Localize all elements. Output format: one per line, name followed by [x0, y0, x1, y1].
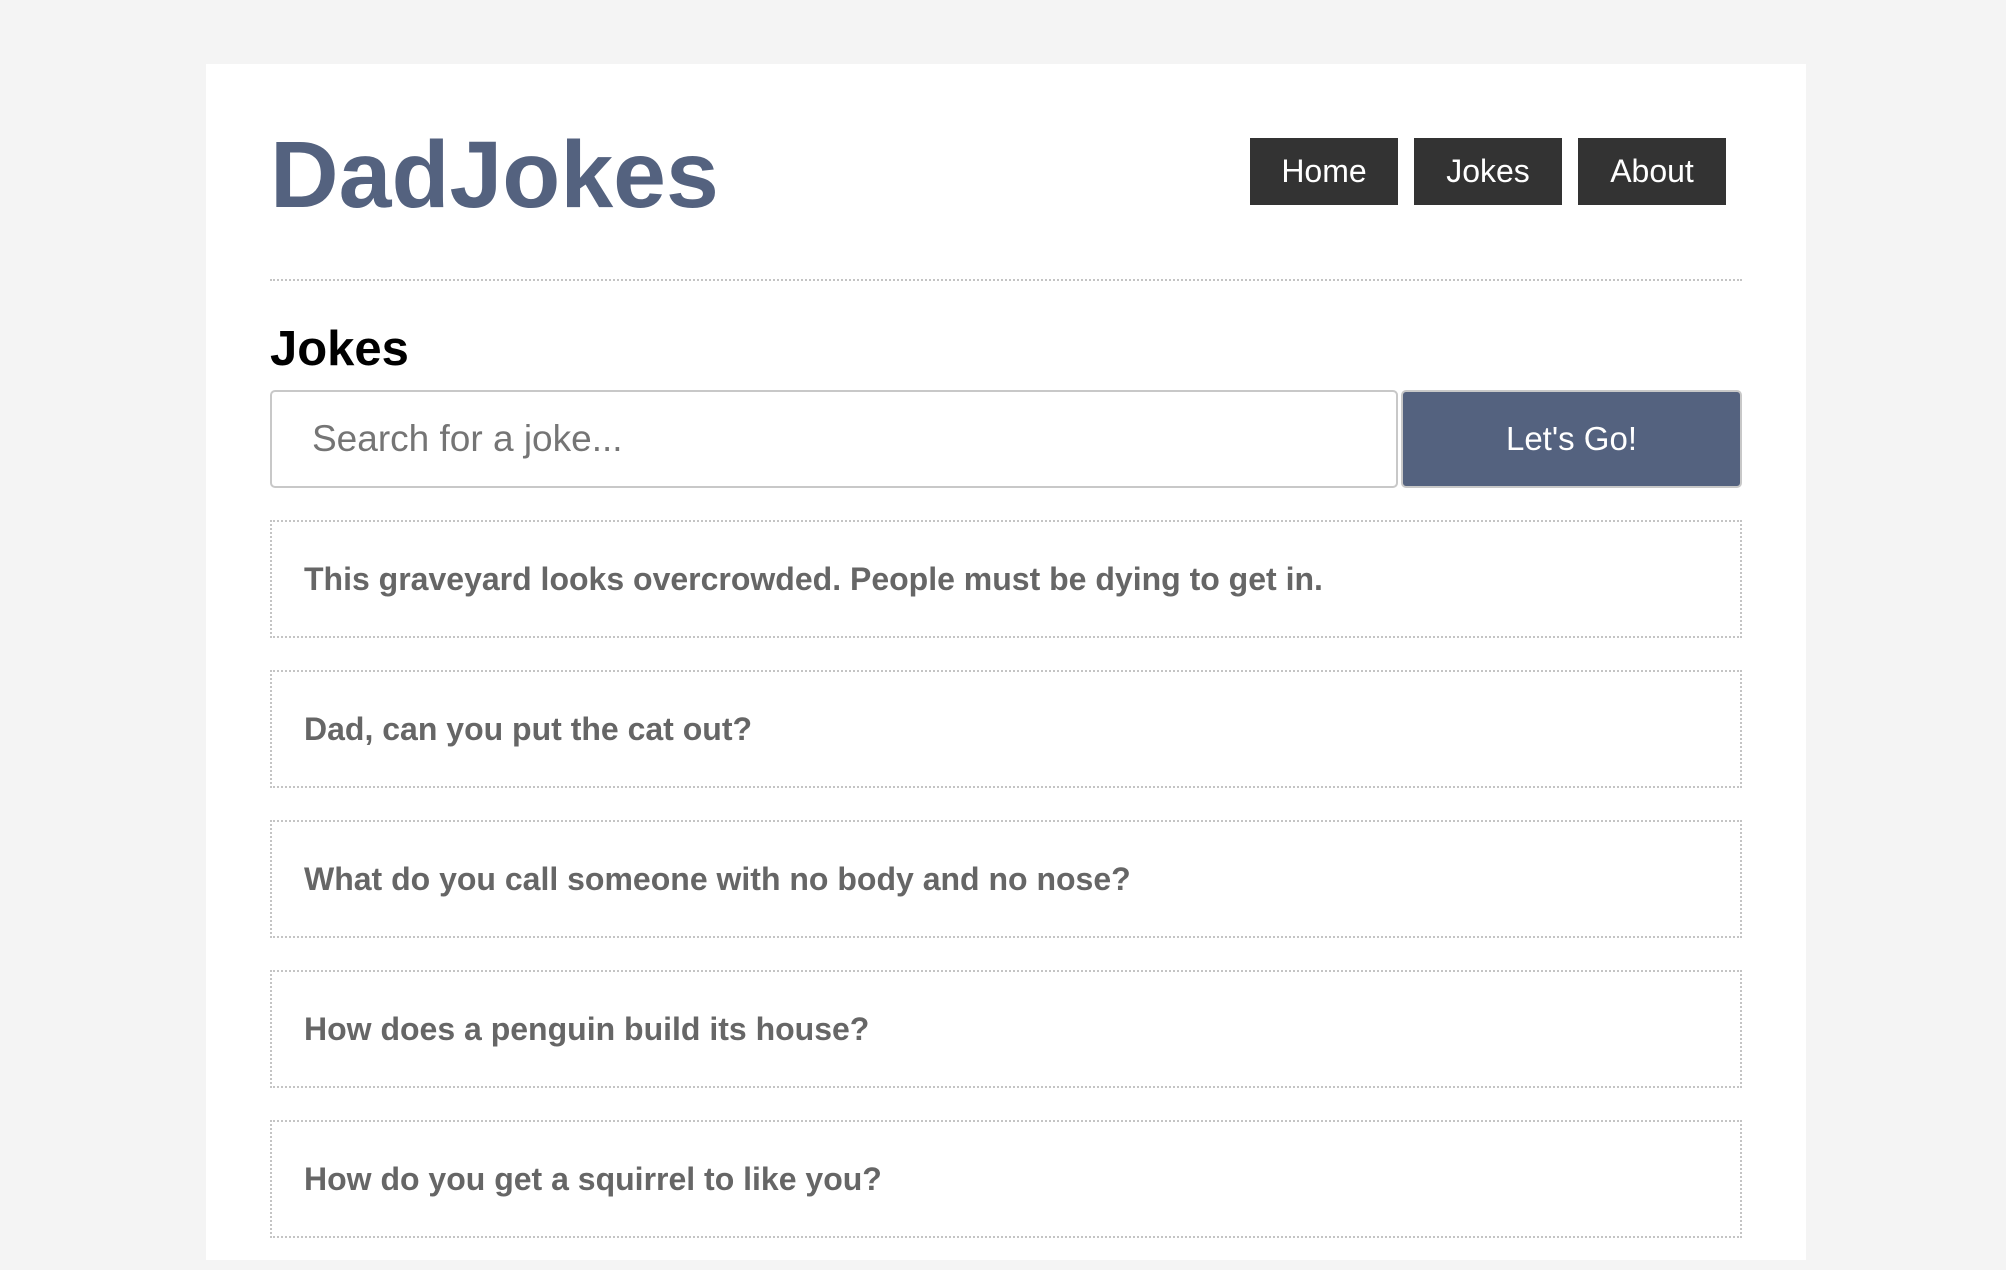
joke-list: This graveyard looks overcrowded. People…: [270, 520, 1742, 1270]
site-header: DadJokes Home Jokes About: [270, 64, 1742, 280]
search-form: Let's Go!: [270, 390, 1742, 488]
main-nav: Home Jokes About: [1250, 138, 1726, 205]
joke-item[interactable]: This graveyard looks overcrowded. People…: [270, 520, 1742, 638]
nav-home-button[interactable]: Home: [1250, 138, 1398, 205]
joke-item[interactable]: How do you get a squirrel to like you?: [270, 1120, 1742, 1238]
site-logo[interactable]: DadJokes: [270, 120, 719, 230]
joke-item[interactable]: What do you call someone with no body an…: [270, 820, 1742, 938]
search-input[interactable]: [270, 390, 1398, 488]
page-title: Jokes: [270, 322, 409, 376]
joke-item[interactable]: How does a penguin build its house?: [270, 970, 1742, 1088]
nav-jokes-button[interactable]: Jokes: [1414, 138, 1562, 205]
header-divider: [270, 279, 1742, 281]
joke-item[interactable]: Dad, can you put the cat out?: [270, 670, 1742, 788]
page-container: DadJokes Home Jokes About Jokes Let's Go…: [206, 64, 1806, 1260]
search-submit-button[interactable]: Let's Go!: [1401, 390, 1742, 488]
nav-about-button[interactable]: About: [1578, 138, 1726, 205]
